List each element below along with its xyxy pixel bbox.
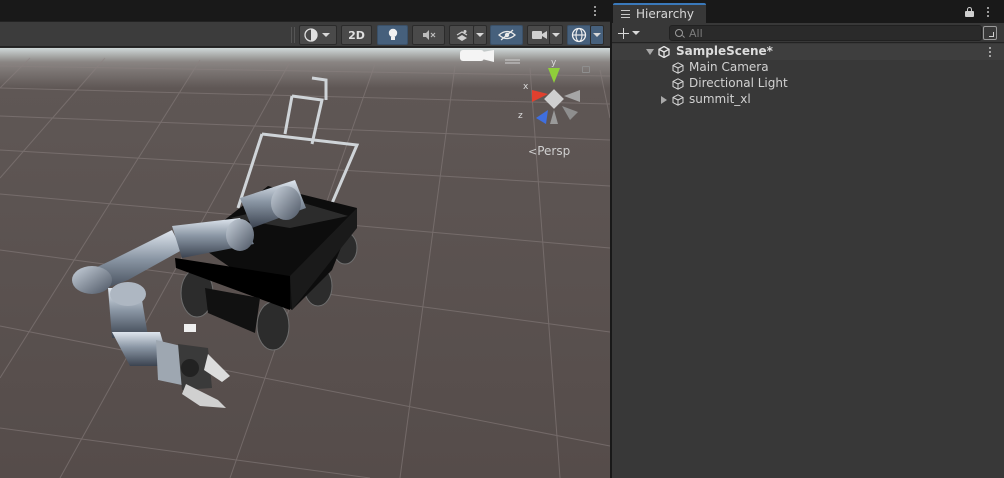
eye-hidden-icon bbox=[497, 29, 516, 41]
scene-row-menu-icon[interactable] bbox=[984, 44, 996, 60]
hierarchy-panel: Hierarchy SampleScene* bbox=[612, 0, 1004, 478]
persp-icon: < bbox=[528, 145, 538, 158]
foldout-closed-icon[interactable] bbox=[661, 96, 667, 104]
gizmo-lock-icon[interactable] bbox=[582, 66, 590, 73]
lock-icon[interactable] bbox=[965, 7, 974, 17]
chevron-down-icon bbox=[322, 33, 330, 37]
hierarchy-toolbar bbox=[612, 23, 1004, 43]
effects-layers-icon bbox=[456, 29, 468, 41]
scene-toolbar: 2D bbox=[0, 22, 610, 47]
create-button[interactable] bbox=[618, 25, 646, 41]
foldout-open-icon[interactable] bbox=[646, 49, 654, 55]
gameobject-cube-icon bbox=[672, 62, 684, 74]
gizmo-globe-icon bbox=[571, 27, 587, 43]
gizmo-y-label: y bbox=[551, 58, 557, 68]
item-label: summit_xl bbox=[689, 92, 751, 106]
camera-gizmo-icon bbox=[460, 50, 494, 62]
scene-row[interactable]: SampleScene* bbox=[612, 44, 1004, 60]
plus-icon bbox=[618, 27, 629, 39]
hierarchy-tab-label: Hierarchy bbox=[636, 7, 695, 21]
orientation-gizmo[interactable]: y x z bbox=[518, 56, 608, 146]
gizmos-toggle[interactable] bbox=[567, 25, 591, 45]
scene-view-panel: 2D y x z <Persp bbox=[0, 0, 610, 478]
gameobject-cube-icon bbox=[672, 94, 684, 106]
gizmo-z-cone[interactable] bbox=[536, 110, 548, 124]
toolbar-divider bbox=[291, 27, 292, 43]
draw-mode-dropdown[interactable] bbox=[299, 25, 337, 45]
hierarchy-menu-icon[interactable] bbox=[982, 4, 994, 20]
audio-muted-icon bbox=[422, 30, 435, 40]
list-item[interactable]: Directional Light bbox=[612, 76, 1004, 92]
gizmo-x-label: x bbox=[523, 82, 529, 92]
list-item[interactable]: Main Camera bbox=[612, 60, 1004, 76]
projection-toggle[interactable]: <Persp bbox=[528, 144, 570, 158]
gizmos-dropdown[interactable] bbox=[590, 25, 604, 45]
chevron-down-icon bbox=[476, 33, 484, 37]
scene-tab-bar bbox=[0, 0, 610, 22]
camera-dropdown[interactable] bbox=[549, 25, 563, 45]
lightbulb-icon bbox=[388, 28, 397, 40]
list-item[interactable]: summit_xl bbox=[612, 92, 1004, 108]
hierarchy-tab-bar: Hierarchy bbox=[612, 0, 1004, 23]
search-input[interactable] bbox=[689, 26, 969, 40]
camera-icon bbox=[531, 31, 547, 39]
scene-panel-menu-icon[interactable] bbox=[589, 3, 601, 19]
tab-hierarchy[interactable]: Hierarchy bbox=[613, 3, 706, 23]
scene-camera-button[interactable] bbox=[527, 25, 551, 45]
search-icon bbox=[675, 29, 683, 37]
hierarchy-list-icon bbox=[621, 10, 630, 18]
shading-sphere-icon bbox=[304, 28, 318, 42]
projection-label: Persp bbox=[537, 144, 571, 158]
scene-effects-button[interactable] bbox=[449, 25, 475, 45]
scene-audio-toggle[interactable] bbox=[412, 25, 445, 45]
chevron-down-icon bbox=[552, 33, 560, 37]
hierarchy-search bbox=[669, 25, 982, 41]
gizmo-z-label: z bbox=[518, 111, 523, 121]
item-label: Directional Light bbox=[689, 76, 788, 90]
unity-scene-icon bbox=[658, 46, 670, 58]
scene-visibility-toggle[interactable] bbox=[490, 25, 523, 45]
chevron-down-icon bbox=[632, 31, 640, 35]
unity-editor: 2D y x z <Persp Hierarchy All SampleScen… bbox=[0, 0, 1004, 478]
gizmo-y-cone[interactable] bbox=[548, 68, 560, 83]
scene-name: SampleScene* bbox=[676, 44, 773, 58]
chevron-down-icon bbox=[593, 33, 601, 37]
toolbar-divider bbox=[294, 27, 295, 43]
scene-picking-icon[interactable] bbox=[983, 26, 997, 40]
2d-toggle-button[interactable]: 2D bbox=[341, 25, 372, 45]
gameobject-cube-icon bbox=[672, 78, 684, 90]
item-label: Main Camera bbox=[689, 60, 769, 74]
scene-viewport[interactable]: y x z <Persp bbox=[0, 48, 610, 478]
gizmo-center-cube[interactable] bbox=[544, 89, 564, 109]
effects-dropdown[interactable] bbox=[473, 25, 487, 45]
scene-lighting-toggle[interactable] bbox=[377, 25, 408, 45]
